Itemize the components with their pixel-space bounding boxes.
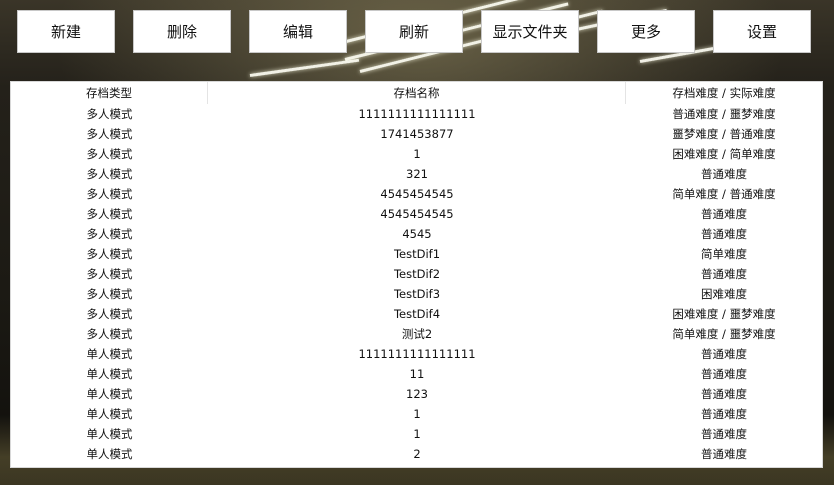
table-row[interactable]: 单人模式 123 普通难度 [11,384,822,404]
save-type-cell: 单人模式 [86,407,133,421]
difficulty-cell: 普通难度 / 噩梦难度 [672,107,776,121]
table-row[interactable]: 单人模式 1111111111111111 普通难度 [11,344,822,364]
difficulty-cell: 困难难度 / 噩梦难度 [672,307,776,321]
save-type-cell: 单人模式 [86,367,133,381]
difficulty-cell: 普通难度 [701,387,747,401]
table-row[interactable]: 多人模式 4545454545 普通难度 [11,204,822,224]
new-button-label: 新建 [50,23,81,41]
save-type-cell: 多人模式 [86,287,133,301]
save-name-cell: 1111111111111111 [358,347,476,361]
save-type-cell: 多人模式 [86,207,133,221]
save-type-cell: 单人模式 [86,387,133,401]
table-row[interactable]: 多人模式 4545 普通难度 [11,224,822,244]
save-name-cell: TestDif4 [393,307,441,321]
show-folder-button[interactable]: 显示文件夹 [481,10,579,53]
save-type-cell: 单人模式 [86,347,133,361]
table-row[interactable]: 单人模式 2 普通难度 [11,444,822,464]
difficulty-cell: 普通难度 [701,367,747,381]
difficulty-cell: 简单难度 / 噩梦难度 [672,327,776,341]
save-name-cell: 2 [413,447,421,461]
delete-button[interactable]: 删除 [133,10,231,53]
difficulty-cell: 噩梦难度 / 普通难度 [672,127,776,141]
save-type-cell: 多人模式 [86,147,133,161]
save-name-cell: 1111111111111111 [358,107,476,121]
save-name-cell: 测试2 [401,327,433,341]
table-row[interactable]: 多人模式 4545454545 简单难度 / 普通难度 [11,184,822,204]
save-name-cell: 11 [409,367,425,381]
save-type-cell: 多人模式 [86,107,133,121]
delete-button-label: 删除 [166,23,197,41]
save-type-cell: 多人模式 [86,267,133,281]
column-header-save-name[interactable]: 存档名称 [208,82,626,104]
difficulty-cell: 普通难度 [701,347,747,361]
table-body: 多人模式 1111111111111111 普通难度 / 噩梦难度 多人模式 17414… [11,104,822,464]
save-name-cell: 1 [413,407,421,421]
settings-button[interactable]: 设置 [713,10,811,53]
more-button-label: 更多 [630,23,661,41]
table-row[interactable]: 多人模式 1741453877 噩梦难度 / 普通难度 [11,124,822,144]
table-row[interactable]: 单人模式 11 普通难度 [11,364,822,384]
edit-button-label: 编辑 [282,23,313,41]
save-list-panel[interactable]: 存档类型 存档名称 存档难度 / 实际难度 多人模式 11111111111111… [10,81,823,468]
save-name-cell: 1 [413,147,421,161]
refresh-button-label: 刷新 [398,23,429,41]
table-row[interactable]: 多人模式 1 困难难度 / 简单难度 [11,144,822,164]
save-name-cell: 4545454545 [380,187,454,201]
more-button[interactable]: 更多 [597,10,695,53]
column-header-difficulty[interactable]: 存档难度 / 实际难度 [626,82,822,104]
difficulty-cell: 普通难度 [701,167,747,181]
difficulty-cell: 困难难度 / 简单难度 [672,147,776,161]
difficulty-cell: 普通难度 [701,227,747,241]
save-type-cell: 多人模式 [86,307,133,321]
difficulty-cell: 简单难度 [701,247,747,261]
table-header: 存档类型 存档名称 存档难度 / 实际难度 [11,82,822,104]
save-name-cell: 1 [413,427,421,441]
difficulty-cell: 普通难度 [701,207,747,221]
table-row[interactable]: 多人模式 TestDif3 困难难度 [11,284,822,304]
save-name-cell: 4545 [402,227,432,241]
table-row[interactable]: 多人模式 TestDif4 困难难度 / 噩梦难度 [11,304,822,324]
difficulty-cell: 普通难度 [701,447,747,461]
toolbar: 新建 删除 编辑 刷新 显示文件夹 更多 设置 [0,0,834,62]
difficulty-cell: 普通难度 [701,407,747,421]
save-name-cell: 4545454545 [380,207,454,221]
settings-button-label: 设置 [746,23,777,41]
save-type-cell: 多人模式 [86,327,133,341]
save-type-cell: 单人模式 [86,447,133,461]
table-row[interactable]: 多人模式 测试2 简单难度 / 噩梦难度 [11,324,822,344]
column-header-save-type[interactable]: 存档类型 [11,82,208,104]
table-row[interactable]: 多人模式 1111111111111111 普通难度 / 噩梦难度 [11,104,822,124]
save-name-cell: TestDif2 [393,267,441,281]
difficulty-cell: 困难难度 [701,287,747,301]
save-type-cell: 多人模式 [86,167,133,181]
show-folder-button-label: 显示文件夹 [492,23,568,41]
save-type-cell: 多人模式 [86,227,133,241]
table-row[interactable]: 单人模式 1 普通难度 [11,424,822,444]
save-type-cell: 多人模式 [86,127,133,141]
table-row[interactable]: 单人模式 1 普通难度 [11,404,822,424]
difficulty-cell: 普通难度 [701,267,747,281]
difficulty-cell: 简单难度 / 普通难度 [672,187,776,201]
save-name-cell: TestDif1 [393,247,441,261]
save-type-cell: 单人模式 [86,427,133,441]
save-name-cell: 321 [406,167,428,181]
new-button[interactable]: 新建 [17,10,115,53]
refresh-button[interactable]: 刷新 [365,10,463,53]
table-row[interactable]: 多人模式 321 普通难度 [11,164,822,184]
save-name-cell: 1741453877 [380,127,454,141]
save-type-cell: 多人模式 [86,187,133,201]
table-row[interactable]: 多人模式 TestDif2 普通难度 [11,264,822,284]
save-type-cell: 多人模式 [86,247,133,261]
difficulty-cell: 普通难度 [701,427,747,441]
edit-button[interactable]: 编辑 [249,10,347,53]
save-name-cell: 123 [406,387,428,401]
save-name-cell: TestDif3 [393,287,441,301]
table-row[interactable]: 多人模式 TestDif1 简单难度 [11,244,822,264]
